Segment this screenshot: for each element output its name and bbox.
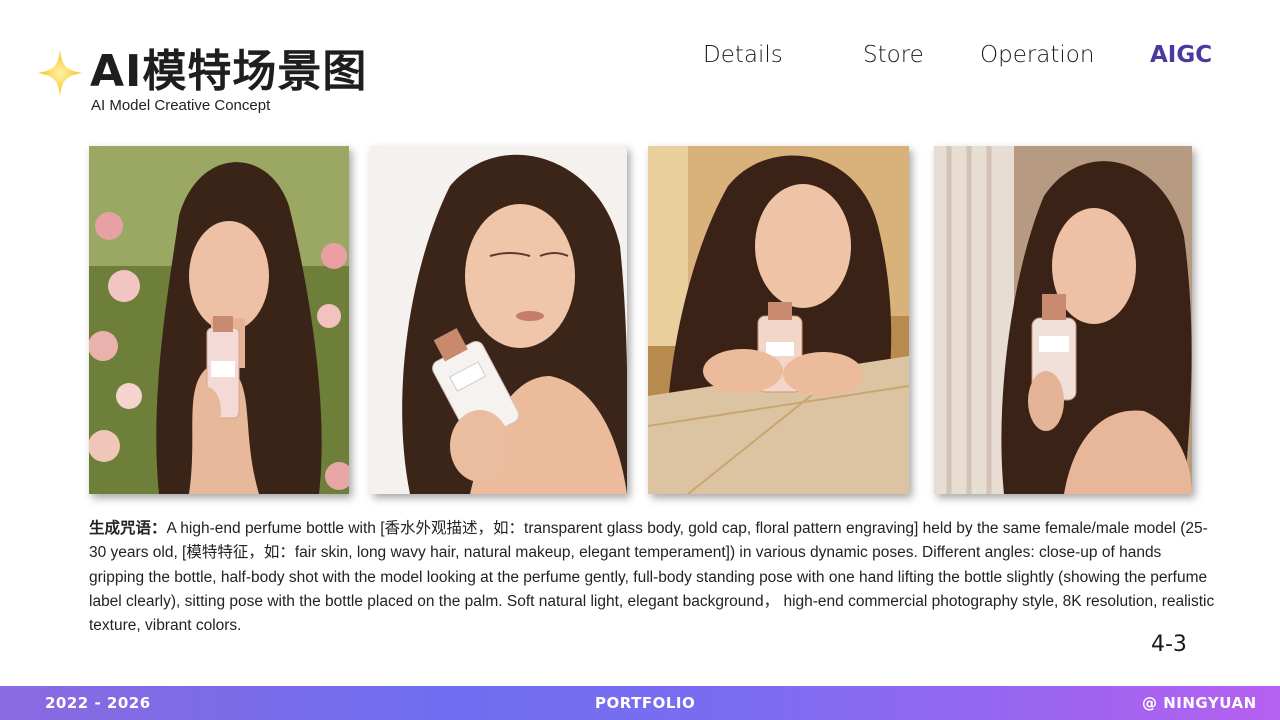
nav-item-details[interactable]: Details — [703, 42, 783, 68]
prompt-label: 生成咒语： — [89, 520, 167, 537]
footer-author: @ NINGYUAN — [1142, 694, 1257, 712]
page-number: 4-3 — [1151, 632, 1187, 657]
page-subtitle: AI Model Creative Concept — [91, 97, 271, 114]
photo-gallery — [0, 146, 1280, 496]
footer-years: 2022 - 2026 — [45, 694, 151, 712]
model-photo-marble-table — [648, 146, 909, 494]
model-photo-rose-garden — [89, 146, 349, 494]
nav-item-store[interactable]: Store — [863, 42, 924, 68]
footer-bar: 2022 - 2026 PORTFOLIO @ NINGYUAN — [0, 686, 1280, 720]
nav-item-aigc[interactable]: AIGC — [1150, 42, 1212, 68]
prompt-text: A high-end perfume bottle with [香水外观描述，如… — [89, 520, 1215, 635]
nav-item-operation[interactable]: Operation — [980, 42, 1094, 68]
top-nav: Details Store Operation AIGC — [0, 42, 1280, 74]
generation-prompt: 生成咒语：A high-end perfume bottle with [香水外… — [89, 517, 1219, 638]
model-photo-white-studio — [370, 146, 627, 494]
footer-portfolio: PORTFOLIO — [595, 694, 696, 712]
model-photo-curtain-window — [934, 146, 1192, 494]
